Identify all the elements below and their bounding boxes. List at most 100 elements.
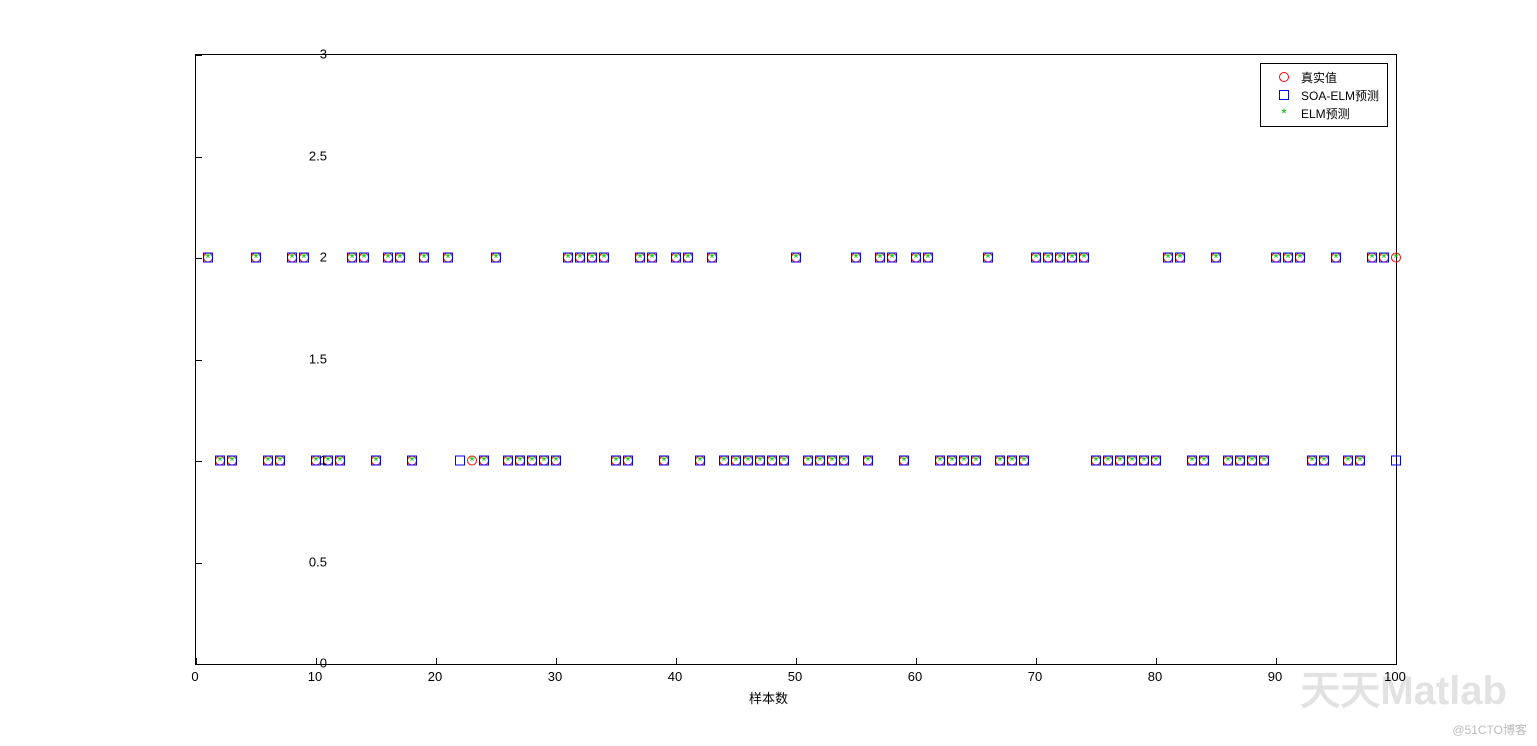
data-point (743, 454, 753, 469)
data-point: * (889, 251, 894, 266)
data-point (923, 251, 933, 266)
data-point (1295, 251, 1305, 266)
data-point (887, 251, 897, 266)
data-point (1379, 251, 1389, 266)
data-point: * (769, 454, 774, 469)
figure: 真实值 SOA-ELM预测 * ELM预测 ******************… (0, 0, 1537, 746)
data-point (1031, 251, 1041, 266)
x-tick-label: 60 (895, 669, 935, 684)
data-point (1343, 454, 1353, 469)
x-tick-label: 30 (535, 669, 575, 684)
data-point (971, 454, 981, 469)
data-point (1319, 454, 1329, 469)
x-tick-label: 80 (1135, 669, 1175, 684)
data-point (863, 454, 873, 469)
data-point (683, 251, 693, 266)
square-icon (1267, 90, 1301, 100)
data-point (767, 454, 777, 469)
data-point: * (1357, 454, 1362, 469)
data-point (839, 454, 849, 469)
data-point: * (1177, 251, 1182, 266)
data-point (551, 454, 561, 469)
data-point: * (1309, 454, 1314, 469)
data-point (1367, 251, 1377, 266)
data-point (659, 454, 669, 469)
data-point: * (877, 251, 882, 266)
data-point: * (961, 454, 966, 469)
x-tick-label: 20 (415, 669, 455, 684)
data-point (383, 251, 393, 266)
data-point: * (949, 454, 954, 469)
data-point: * (649, 251, 654, 266)
data-point (587, 251, 597, 266)
data-point: * (1225, 454, 1230, 469)
data-point (1247, 454, 1257, 469)
data-point: * (709, 251, 714, 266)
data-point (599, 251, 609, 266)
data-point (455, 454, 465, 469)
legend-label: ELM预测 (1301, 105, 1350, 122)
data-point: * (1057, 251, 1062, 266)
data-point (275, 454, 285, 469)
data-point (1163, 251, 1173, 266)
data-point (1055, 251, 1065, 266)
data-point (1331, 251, 1341, 266)
data-point (1079, 251, 1089, 266)
data-point (899, 454, 909, 469)
data-point: * (253, 251, 258, 266)
x-tick-label: 70 (1015, 669, 1055, 684)
data-point: * (1069, 251, 1074, 266)
data-point: * (265, 454, 270, 469)
data-point (635, 251, 645, 266)
data-point (743, 454, 753, 469)
data-point (791, 251, 801, 266)
data-point (1355, 454, 1365, 469)
data-point (263, 454, 273, 469)
data-point (227, 454, 237, 469)
data-point: * (565, 251, 570, 266)
data-point (515, 454, 525, 469)
data-point: * (1117, 454, 1122, 469)
data-point (803, 454, 813, 469)
data-point (1043, 251, 1053, 266)
data-point: * (1189, 454, 1194, 469)
data-point (887, 251, 897, 266)
x-axis-label: 样本数 (749, 688, 788, 707)
data-point (923, 251, 933, 266)
data-point (1283, 251, 1293, 266)
circle-icon (1267, 72, 1301, 82)
data-point (1175, 251, 1185, 266)
data-point (1307, 454, 1317, 469)
data-point (863, 454, 873, 469)
data-point: * (1081, 251, 1086, 266)
data-point (1391, 454, 1401, 469)
data-point (851, 251, 861, 266)
data-point (647, 251, 657, 266)
data-point: * (793, 251, 798, 266)
data-point: * (613, 454, 618, 469)
data-point (815, 454, 825, 469)
data-point (1163, 251, 1173, 266)
data-point: * (385, 251, 390, 266)
data-point: * (1321, 454, 1326, 469)
data-point (1079, 251, 1089, 266)
data-point (731, 454, 741, 469)
x-tick-label: 50 (775, 669, 815, 684)
data-point: * (589, 251, 594, 266)
data-point: * (229, 454, 234, 469)
data-point (671, 251, 681, 266)
data-point: * (1129, 454, 1134, 469)
data-point (275, 454, 285, 469)
data-point (635, 251, 645, 266)
data-point (1295, 251, 1305, 266)
data-point (371, 454, 381, 469)
y-tick-label: 0.5 (287, 554, 327, 569)
data-point: * (553, 454, 558, 469)
data-point: * (493, 251, 498, 266)
data-point (695, 454, 705, 469)
data-point (827, 454, 837, 469)
data-point (1235, 454, 1245, 469)
data-point: * (1021, 454, 1026, 469)
data-point (767, 454, 777, 469)
watermark-small: @51CTO博客 (1452, 721, 1527, 738)
